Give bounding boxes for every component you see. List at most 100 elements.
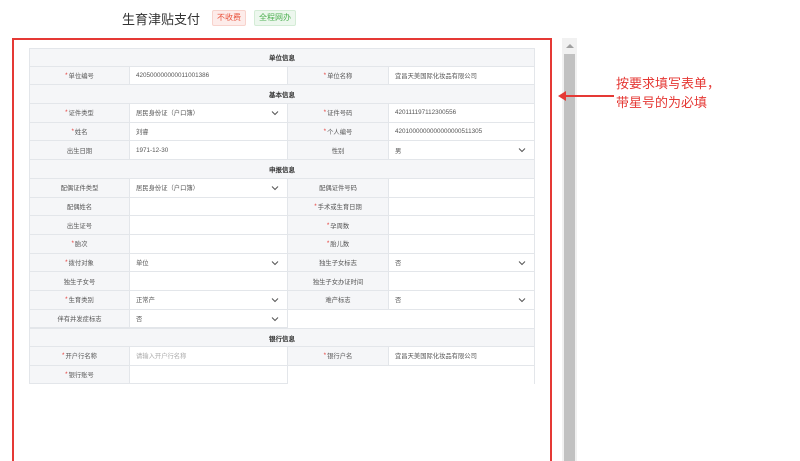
annotation-note: 按要求填写表单， 带星号的为必填 [616,74,746,112]
pay-target-label: * 拨付对象 [29,253,130,273]
arrow-left-icon [558,91,614,101]
required-star: * [323,72,327,80]
form-row: 独生子女号 独生子女办证时间 [29,272,535,291]
form-row: * 生育类别 正常产 难产标志 否 [29,290,535,310]
required-star: * [323,352,327,360]
bank-name-input[interactable]: 请输入开户行名称 [130,347,288,366]
section-title: 基本信息 [269,92,295,100]
chevron-down-icon [271,184,279,192]
account-name-field[interactable]: 宜昌天美国际化妆品有限公司 [389,347,535,366]
scroll-up-icon[interactable] [562,38,577,53]
scroll-thumb[interactable] [564,54,575,461]
section-declare-info: 申报信息 [29,160,535,179]
spouse-id-no-label: 配偶证件号码 [288,178,389,198]
form-row: 出生日期 1971-12-30 性别 男 [29,141,535,161]
only-child-date-field[interactable] [389,272,535,291]
birth-type-select[interactable]: 正常产 [130,290,288,310]
form-row: * 银行账号 [29,365,535,385]
name-label: * 姓名 [29,122,130,142]
section-title: 银行信息 [269,335,295,343]
required-star: * [323,109,327,117]
required-star: * [71,240,74,248]
section-title: 申报信息 [269,166,295,174]
dystocia-flag-select[interactable]: 否 [389,290,535,310]
spouse-name-label: 配偶姓名 [29,197,130,217]
pregnancy-weeks-field[interactable] [389,216,535,235]
birth-date-label: 出生日期 [29,141,130,161]
form-row: 配偶证件类型 居民身份证（户口簿） 配偶证件号码 [29,178,535,198]
required-star: * [323,128,327,136]
section-basic-info: 基本信息 [29,85,535,105]
account-no-label: * 银行账号 [29,365,130,385]
id-type-select[interactable]: 居民身份证（户口簿） [130,104,288,123]
spouse-id-type-select[interactable]: 居民身份证（户口簿） [130,178,288,198]
birth-cert-label: 出生证号 [29,216,130,235]
required-star: * [71,128,74,136]
only-child-no-label: 独生子女号 [29,272,130,291]
chevron-down-icon [518,259,526,267]
required-star: * [326,240,330,248]
account-no-field[interactable] [130,365,288,385]
only-child-flag-label: 独生子女标志 [288,253,389,273]
name-field[interactable]: 刘睿 [130,122,288,142]
fee-badge: 不收费 [212,10,247,26]
unit-name-field[interactable]: 宜昌天美国际化妆品有限公司 [389,66,535,86]
required-star: * [62,352,65,360]
form-row: 配偶姓名 * 手术或生育日期 [29,197,535,217]
dystocia-flag-label: 难产标志 [288,290,389,310]
person-no-label: * 个人编号 [288,122,389,142]
gender-label: 性别 [288,141,389,161]
online-badge: 全程网办 [254,10,297,26]
form-row: * 单位编号 420500000000011001386 * 单位名称 宜昌天美国际… [29,66,535,86]
empty-cell [288,365,535,385]
annotation-line: 按要求填写表单， [616,76,721,91]
chevron-down-icon [518,146,526,154]
form-row: * 开户行名称 请输入开户行名称 * 银行户名 宜昌天美国际化妆品有限公司 [29,347,535,366]
chevron-down-icon [271,315,279,323]
id-no-field[interactable]: 420111197112300556 [389,104,535,123]
section-unit-info: 单位信息 [29,48,535,67]
only-child-date-label: 独生子女办证时间 [288,272,389,291]
chevron-down-icon [271,296,279,304]
surgery-date-label: * 手术或生育日期 [288,197,389,217]
required-star: * [65,258,68,266]
id-no-label: * 证件号码 [288,104,389,123]
pregnancy-weeks-label: * 孕周数 [288,216,389,235]
birth-cert-field[interactable] [130,216,288,235]
account-name-label: * 银行户名 [288,347,389,366]
spouse-id-type-label: 配偶证件类型 [29,178,130,198]
spouse-name-field[interactable] [130,197,288,217]
required-star: * [326,221,330,229]
chevron-down-icon [271,259,279,267]
unit-code-label: * 单位编号 [29,66,130,86]
unit-code-field[interactable]: 420500000000011001386 [130,66,288,86]
gender-select[interactable]: 男 [389,141,535,161]
birth-date-field[interactable]: 1971-12-30 [130,141,288,161]
surgery-date-field[interactable] [389,197,535,217]
pay-target-select[interactable]: 单位 [130,253,288,273]
birth-type-label: * 生育类别 [29,290,130,310]
required-star: * [65,72,68,80]
chevron-down-icon [518,296,526,304]
section-title: 单位信息 [269,55,295,63]
annotation-line: 带星号的为必填 [616,95,708,110]
only-child-no-field[interactable] [130,272,288,291]
birth-order-field[interactable] [130,234,288,254]
section-bank-info: 银行信息 [29,328,535,347]
required-star: * [65,371,68,379]
person-no-field[interactable]: 4201000000000000000511305 [389,122,535,142]
complication-flag-label: 伴有并发症标志 [29,309,130,329]
only-child-flag-select[interactable]: 否 [389,253,535,273]
application-form: 单位信息 * 单位编号 420500000000011001386 * 单位名称 宜… [29,48,535,385]
required-star: * [314,202,317,210]
form-row: 出生证号 * 孕周数 [29,216,535,235]
form-row: 伴有并发症标志 否 [29,309,535,329]
form-row: * 姓名 刘睿 * 个人编号 4201000000000000000511305 [29,122,535,142]
form-row: * 证件类型 居民身份证（户口簿） * 证件号码 42011119711230055… [29,104,535,123]
unit-name-label: * 单位名称 [288,66,389,86]
complication-flag-select[interactable]: 否 [130,309,288,329]
spouse-id-no-field[interactable] [389,178,535,198]
baby-count-field[interactable] [389,234,535,254]
id-type-label: * 证件类型 [29,104,130,123]
baby-count-label: * 胎儿数 [288,234,389,254]
